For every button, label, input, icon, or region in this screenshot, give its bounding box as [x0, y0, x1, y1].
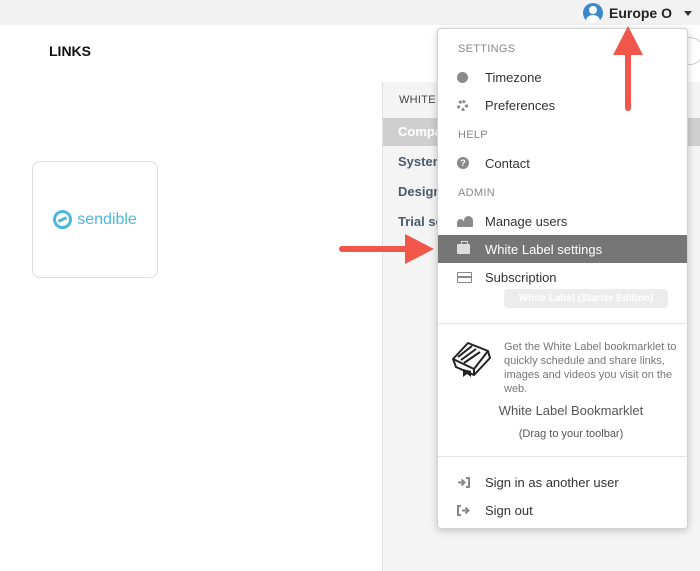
menu-item-label: Preferences — [485, 97, 556, 113]
menu-item-timezone[interactable]: Timezone — [438, 63, 687, 91]
menu-item-label: Contact — [485, 155, 530, 171]
panel-heading: WHITE — [399, 94, 436, 106]
panel-item-active-label: Compa — [398, 124, 443, 139]
user-menu-toggle[interactable]: Europe O — [582, 2, 692, 24]
menu-item-label: Manage users — [485, 213, 568, 229]
menu-item-white-label-settings[interactable]: White Label settings — [438, 235, 687, 263]
menu-item-sign-out[interactable]: Sign out — [438, 496, 687, 524]
bookmarklet-hint: (Drag to your toolbar) — [518, 428, 624, 440]
page-title: LINKS — [49, 43, 91, 59]
user-dropdown-menu: SETTINGS Timezone Preferences HELP ? Con… — [437, 28, 688, 529]
book-icon — [452, 342, 491, 377]
user-name: Europe O — [608, 5, 672, 21]
admin-section-label: ADMIN — [458, 187, 495, 199]
menu-item-label: Timezone — [485, 69, 542, 85]
bookmarklet-link[interactable]: White Label Bookmarklet — [438, 403, 700, 418]
globe-icon — [457, 71, 485, 83]
top-bar: Europe O — [0, 0, 700, 25]
menu-divider — [438, 456, 687, 457]
brand-logo-text: sendible — [77, 210, 137, 228]
menu-item-contact[interactable]: ? Contact — [438, 149, 687, 177]
menu-item-manage-users[interactable]: Manage users — [438, 207, 687, 235]
caret-down-icon — [684, 10, 692, 16]
menu-item-label: Sign out — [485, 502, 533, 518]
menu-item-subscription[interactable]: Subscription — [438, 263, 687, 291]
menu-divider — [438, 323, 687, 324]
menu-item-preferences[interactable]: Preferences — [438, 91, 687, 119]
sign-out-icon — [457, 504, 485, 516]
settings-section-label: SETTINGS — [458, 43, 516, 55]
sendible-logo-icon — [53, 210, 73, 229]
menu-item-label: Sign in as another user — [485, 474, 619, 490]
credit-card-icon — [457, 271, 485, 283]
panel-item-design[interactable]: Design — [398, 184, 441, 199]
edition-badge: White Label (Starter Edition) — [504, 289, 668, 308]
bookmarklet-description: Get the White Label bookmarklet to quick… — [504, 341, 677, 395]
briefcase-icon — [457, 241, 485, 254]
help-section-label: HELP — [458, 129, 488, 141]
question-icon: ? — [457, 157, 485, 169]
brand-logo-card[interactable]: sendible — [32, 161, 158, 278]
sign-in-icon — [457, 476, 485, 488]
menu-item-sign-in-other[interactable]: Sign in as another user — [438, 468, 687, 496]
menu-item-label: Subscription — [485, 269, 557, 285]
menu-item-label: White Label settings — [485, 241, 603, 257]
avatar-icon — [582, 3, 603, 23]
gear-icon — [457, 99, 485, 111]
users-icon — [457, 215, 485, 227]
